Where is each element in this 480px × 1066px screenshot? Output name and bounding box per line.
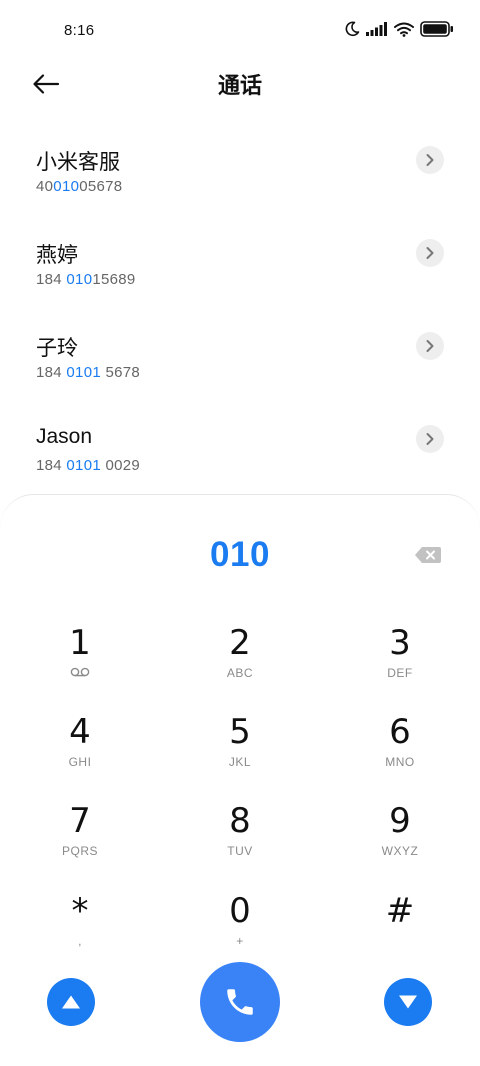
- key-hash[interactable]: #: [340, 891, 460, 969]
- key-letters: ABC: [226, 666, 254, 680]
- contact-number: 4001005678: [36, 178, 122, 195]
- key-star[interactable]: * ,: [20, 891, 140, 969]
- key-6[interactable]: 6 MNO: [340, 712, 460, 790]
- triangle-down-icon: [399, 995, 417, 1009]
- key-letters: GHI: [68, 755, 92, 769]
- key-3[interactable]: 3 DEF: [340, 623, 460, 701]
- phone-icon: [227, 989, 253, 1015]
- contact-number: 184 0101 0029: [36, 457, 140, 474]
- key-letters: MNO: [385, 755, 415, 769]
- key-digit: 5: [229, 712, 251, 752]
- call-button[interactable]: [200, 962, 280, 1042]
- key-digit: 7: [69, 801, 91, 841]
- dialpad-panel: 010 1 2 ABC 3 DEF 4 GHI 5 JKL 6 MNO 7 PQ…: [0, 494, 480, 1066]
- scroll-up-button[interactable]: [47, 978, 95, 1026]
- key-2[interactable]: 2 ABC: [180, 623, 300, 701]
- header: 通话: [0, 62, 480, 106]
- contact-item[interactable]: 小米客服 4001005678: [0, 132, 480, 225]
- contact-item[interactable]: Jason 184 0101 0029: [0, 411, 480, 504]
- number-suffix: 05678: [79, 178, 123, 195]
- key-digit: 1: [69, 623, 91, 663]
- signal-icon: [366, 22, 387, 36]
- number-match: 0101: [66, 457, 101, 474]
- number-suffix: 15689: [92, 271, 136, 288]
- status-icons: [344, 21, 454, 37]
- number-prefix: 184: [36, 457, 67, 474]
- number-prefix: 184: [36, 271, 67, 288]
- key-9[interactable]: 9 WXYZ: [340, 801, 460, 879]
- key-digit: 3: [389, 623, 411, 663]
- key-letters: TUV: [227, 844, 253, 858]
- chevron-right-icon: [426, 247, 434, 259]
- key-digit: *: [71, 891, 89, 931]
- voicemail-icon: [70, 667, 90, 677]
- contact-detail-button[interactable]: [416, 425, 444, 453]
- backspace-icon: [415, 547, 441, 563]
- triangle-up-icon: [62, 995, 80, 1009]
- contact-detail-button[interactable]: [416, 332, 444, 360]
- key-letters: PQRS: [61, 844, 98, 858]
- contact-name: 子玲: [36, 337, 78, 360]
- key-4[interactable]: 4 GHI: [20, 712, 140, 790]
- contact-detail-button[interactable]: [416, 239, 444, 267]
- key-letters: JKL: [228, 755, 252, 769]
- number-match: 010: [53, 178, 80, 195]
- wifi-icon: [394, 22, 414, 37]
- key-digit: 4: [69, 712, 91, 752]
- contact-number: 184 0101 5678: [36, 364, 140, 381]
- key-digit: 9: [389, 801, 411, 841]
- key-digit: #: [385, 891, 415, 931]
- contact-detail-button[interactable]: [416, 146, 444, 174]
- key-digit: 8: [229, 801, 251, 841]
- key-7[interactable]: 7 PQRS: [20, 801, 140, 879]
- contact-name: 小米客服: [36, 151, 120, 174]
- key-0[interactable]: 0 +: [180, 891, 300, 969]
- status-bar: 8:16: [0, 0, 480, 62]
- key-letters: DEF: [387, 666, 413, 680]
- status-time: 8:16: [64, 22, 95, 39]
- contact-item[interactable]: 燕婷 184 01015689: [0, 225, 480, 318]
- dial-input-display[interactable]: 010: [0, 535, 480, 575]
- chevron-right-icon: [426, 154, 434, 166]
- key-digit: 0: [229, 891, 251, 931]
- key-8[interactable]: 8 TUV: [180, 801, 300, 879]
- number-suffix: 0029: [100, 457, 141, 474]
- number-prefix: 40: [36, 178, 54, 195]
- key-1[interactable]: 1: [20, 623, 140, 701]
- battery-icon: [420, 21, 453, 37]
- chevron-right-icon: [426, 340, 434, 352]
- scroll-down-button[interactable]: [384, 978, 432, 1026]
- backspace-button[interactable]: [414, 545, 442, 565]
- contact-name: Jason: [36, 425, 93, 448]
- number-prefix: 184: [36, 364, 67, 381]
- key-letters: WXYZ: [381, 844, 419, 858]
- number-match: 010: [66, 271, 93, 288]
- contact-number: 184 01015689: [36, 271, 136, 288]
- page-title: 通话: [217, 73, 262, 98]
- number-suffix: 5678: [100, 364, 141, 381]
- moon-icon: [345, 21, 360, 37]
- chevron-right-icon: [426, 433, 434, 445]
- key-digit: 2: [229, 623, 251, 663]
- contact-item[interactable]: 子玲 184 0101 5678: [0, 318, 480, 411]
- contact-list: 小米客服 4001005678 燕婷 184 01015689 子玲 184 0…: [0, 132, 480, 504]
- contact-name: 燕婷: [36, 244, 78, 267]
- key-5[interactable]: 5 JKL: [180, 712, 300, 790]
- key-digit: 6: [389, 712, 411, 752]
- number-match: 0101: [66, 364, 101, 381]
- key-letters: +: [236, 934, 244, 948]
- key-letters: ,: [78, 934, 82, 948]
